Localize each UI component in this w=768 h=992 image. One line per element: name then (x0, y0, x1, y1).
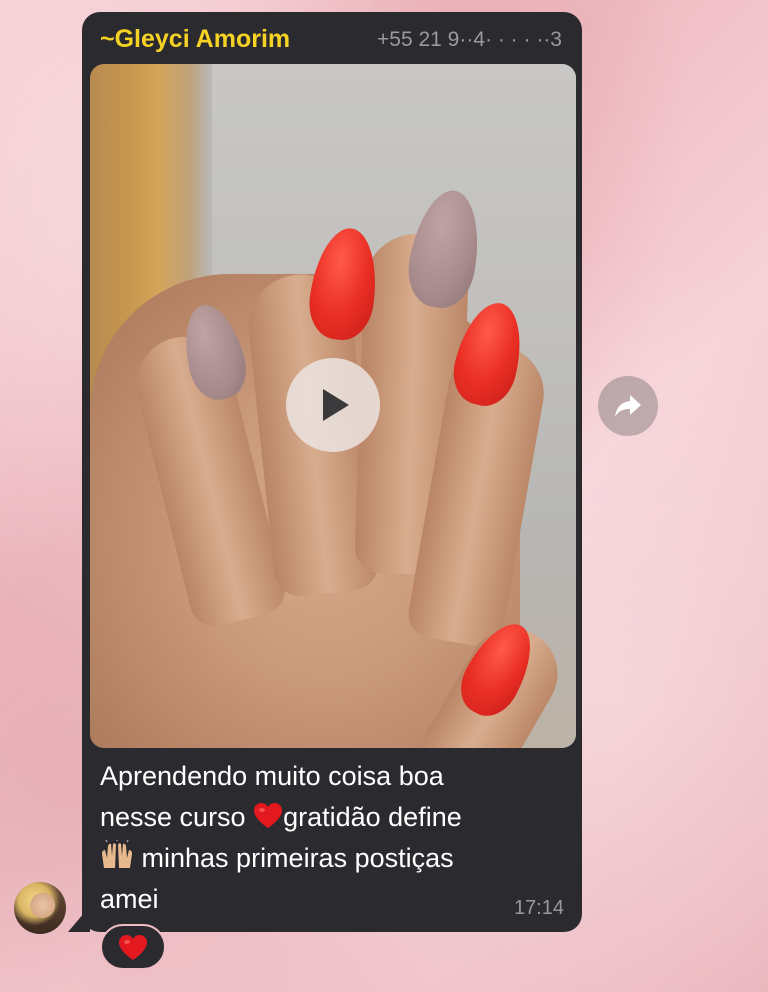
bubble-tail (68, 906, 90, 932)
caption-line-4: amei (100, 884, 159, 914)
forward-arrow-icon (615, 395, 641, 417)
message-caption: Aprendendo muito coisa boa nesse curso g… (100, 756, 560, 920)
reaction-badge[interactable] (100, 924, 166, 970)
red-heart-emoji-icon (254, 803, 283, 828)
caption-text-2a: nesse curso (100, 802, 246, 832)
raising-hands-emoji-icon (102, 840, 132, 868)
play-button[interactable] (286, 358, 380, 452)
video-thumbnail[interactable] (90, 64, 576, 748)
caption-line-2: nesse curso gratidão define (100, 797, 560, 838)
message-header: ~Gleyci Amorim +55 21 9··4· · · · ··3 (82, 12, 582, 62)
message-bubble[interactable]: ~Gleyci Amorim +55 21 9··4· · · · ··3 Ap… (82, 12, 582, 932)
caption-text-3: minhas primeiras postiças (141, 843, 454, 873)
play-icon (323, 389, 349, 421)
message-time: 17:14 (513, 897, 564, 919)
red-heart-icon (119, 934, 147, 960)
forward-button[interactable] (598, 376, 658, 436)
caption-line-1: Aprendendo muito coisa boa (100, 761, 444, 791)
caption-text-2b: gratidão define (283, 802, 462, 832)
sender-avatar[interactable] (14, 882, 66, 934)
caption-line-3: minhas primeiras postiças (100, 838, 560, 879)
sender-name[interactable]: ~Gleyci Amorim (100, 25, 290, 54)
sender-phone: +55 21 9··4· · · · ··3 (377, 28, 562, 51)
